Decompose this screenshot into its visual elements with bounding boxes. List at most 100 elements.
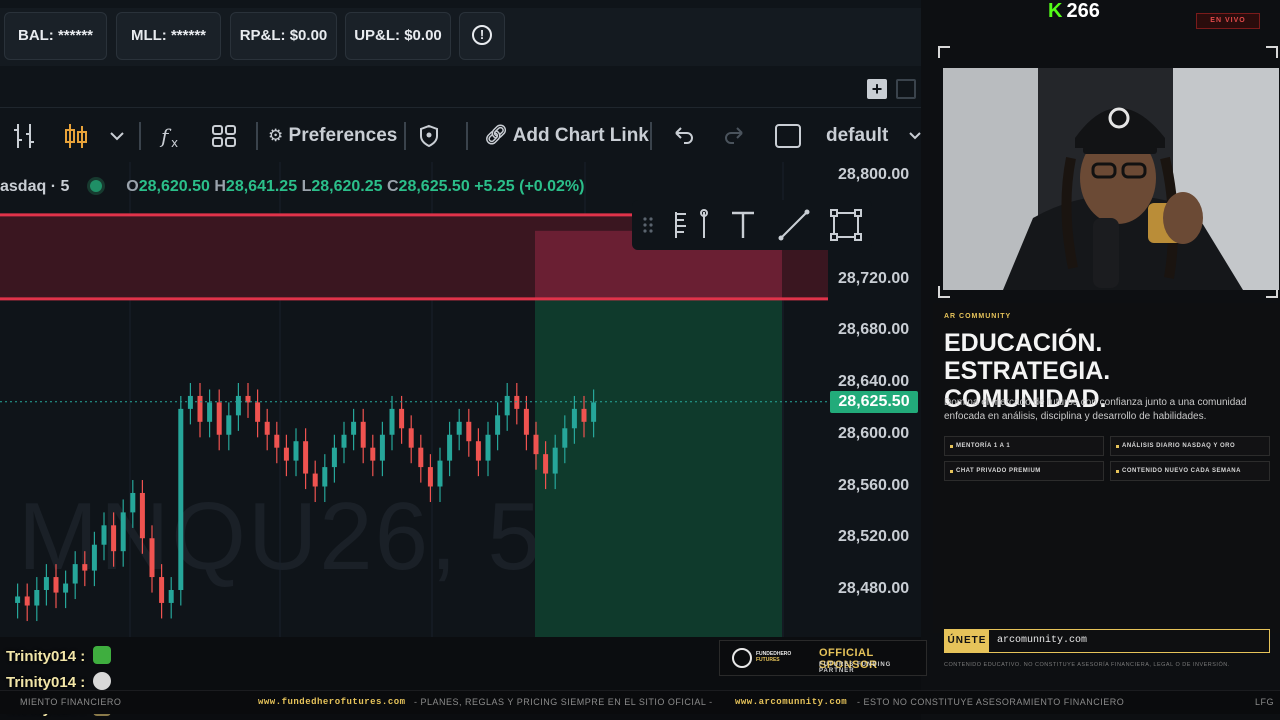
chevron-down-icon[interactable] xyxy=(108,122,126,150)
live-status-dot xyxy=(89,180,102,192)
preferences-label: Preferences xyxy=(288,125,398,146)
rectangle-tool-icon[interactable] xyxy=(830,209,862,241)
candle-body xyxy=(264,421,270,435)
layout-select[interactable]: default xyxy=(826,110,888,162)
candle-body xyxy=(379,434,385,461)
alert-button[interactable]: ! xyxy=(459,12,505,60)
candle-body xyxy=(495,415,501,435)
candle-body xyxy=(341,434,347,448)
candle-body xyxy=(216,402,222,435)
maximize-panel-icon[interactable] xyxy=(896,79,916,99)
price-tick-label: 28,480.00 xyxy=(838,580,910,597)
promo-description: Domina el mercado de futuros con confian… xyxy=(944,397,1247,422)
layout-grid-icon[interactable] xyxy=(210,122,238,150)
add-panel-icon[interactable]: + xyxy=(867,79,887,99)
news-ticker: MIENTO FINANCIERO www.fundedherofutures.… xyxy=(0,690,1280,714)
candle-body xyxy=(303,441,309,474)
candle-body xyxy=(207,402,213,422)
candle-body xyxy=(120,512,126,552)
candle-body xyxy=(159,577,165,603)
promo-card: AR COMMUNITY EDUCACIÓN. ESTRATEGIA. COMU… xyxy=(933,303,1280,653)
add-chart-link-button[interactable]: 🔗︎ Add Chart Link xyxy=(484,110,649,162)
undo-icon[interactable] xyxy=(670,122,696,150)
candle-body xyxy=(178,408,184,590)
candle-body xyxy=(149,538,155,578)
ticker-site-fundedhero: www.fundedherofutures.com xyxy=(258,697,406,707)
candle-body xyxy=(514,395,520,409)
candlestick-icon[interactable] xyxy=(62,122,90,150)
candle-body xyxy=(533,434,539,455)
candle-body xyxy=(562,428,568,448)
layout-label: default xyxy=(826,125,889,146)
candle-body xyxy=(543,454,549,474)
last-price-label: 28,625.50 xyxy=(830,390,918,413)
candle-body xyxy=(283,447,289,461)
candle-body xyxy=(399,408,405,429)
realized-pnl-pill[interactable]: RP&L: $0.00 xyxy=(230,12,337,60)
price-chart[interactable]: MNQU26, 5 asdaq · 5 O28,620.50 H28,641.2… xyxy=(0,162,921,637)
toolbar-divider xyxy=(650,122,652,150)
drawing-toolbar xyxy=(632,200,872,250)
ticker-fragment-left: MIENTO FINANCIERO xyxy=(20,697,122,707)
ticker-site-arcommunity: www.arcomunnity.com xyxy=(735,697,848,707)
price-tick-label: 28,720.00 xyxy=(838,269,910,287)
take-profit-zone xyxy=(535,298,782,637)
shield-icon[interactable] xyxy=(418,122,440,150)
chat-username[interactable]: Trinity014 : xyxy=(6,648,85,665)
sponsor-subtitle: FUTURES FUNDING PARTNER xyxy=(819,662,892,674)
candle-body xyxy=(591,402,597,422)
candle-body xyxy=(235,395,241,416)
redo-icon[interactable] xyxy=(722,122,748,150)
open-value: 28,620.50 xyxy=(138,178,210,195)
sponsor-logo-text: FUNDEDHERO FUTURES xyxy=(756,651,791,663)
candle-body xyxy=(331,447,337,468)
candle-body xyxy=(187,395,193,409)
feature-item: CONTENIDO NUEVO CADA SEMANA xyxy=(1110,461,1270,481)
fib-tool-icon[interactable] xyxy=(675,209,708,238)
candle-body xyxy=(456,421,462,435)
toolbar-divider xyxy=(404,122,406,150)
low-value: 28,620.25 xyxy=(311,178,383,195)
candle-body xyxy=(389,408,395,435)
chevron-down-icon[interactable] xyxy=(908,122,921,150)
indicators-fx-icon[interactable]: f x xyxy=(158,122,186,150)
candle-body xyxy=(91,544,97,571)
promo-kicker: AR COMMUNITY xyxy=(944,313,1012,320)
toolbar-divider xyxy=(466,122,468,150)
price-tick-label: 28,600.00 xyxy=(838,424,910,442)
candle-body xyxy=(255,402,261,422)
chat-username[interactable]: Trinity014 : xyxy=(6,674,85,691)
candle-body xyxy=(485,434,491,461)
candle-body xyxy=(351,421,357,435)
drag-handle-icon[interactable] xyxy=(643,217,653,233)
toolbar-divider xyxy=(256,122,258,150)
join-url[interactable]: arcomunnity.com xyxy=(997,630,1087,652)
candle-body xyxy=(475,441,481,461)
text-tool-icon[interactable] xyxy=(732,211,754,238)
mll-pill[interactable]: MLL: ****** xyxy=(116,12,221,60)
candle-body xyxy=(370,447,376,461)
candle-body xyxy=(63,583,69,593)
viewer-count-value: 266 xyxy=(1066,0,1100,22)
line-tool-icon[interactable] xyxy=(778,209,810,241)
join-cta[interactable]: ÚNETE arcomunnity.com xyxy=(944,629,1270,653)
close-value: 28,625.50 xyxy=(398,178,470,195)
balance-pill[interactable]: BAL: ****** xyxy=(4,12,107,60)
candle-body xyxy=(101,525,107,545)
chat-message: Trinity014 : xyxy=(6,672,112,691)
close-label: C xyxy=(386,178,399,195)
sponsor-badge: FUNDEDHERO FUTURES OFFICIAL SPONSOR FUTU… xyxy=(719,640,927,676)
low-label: L xyxy=(301,178,312,195)
chat-message: Trinity014 : xyxy=(6,646,112,665)
promo-headline-line1: EDUCACIÓN. ESTRATEGIA. xyxy=(944,329,1111,385)
candle-body xyxy=(72,564,78,584)
candle-body xyxy=(15,596,21,603)
candle-body xyxy=(111,525,117,552)
fullscreen-square-icon[interactable] xyxy=(774,122,802,150)
candle-body xyxy=(552,447,558,474)
symbol-label[interactable]: asdaq · 5 xyxy=(0,178,69,195)
preferences-button[interactable]: ⚙ Preferences xyxy=(268,110,397,162)
unrealized-pnl-pill[interactable]: UP&L: $0.00 xyxy=(345,12,451,60)
bar-style-icon[interactable] xyxy=(10,122,40,150)
alert-circle-icon: ! xyxy=(472,24,492,45)
